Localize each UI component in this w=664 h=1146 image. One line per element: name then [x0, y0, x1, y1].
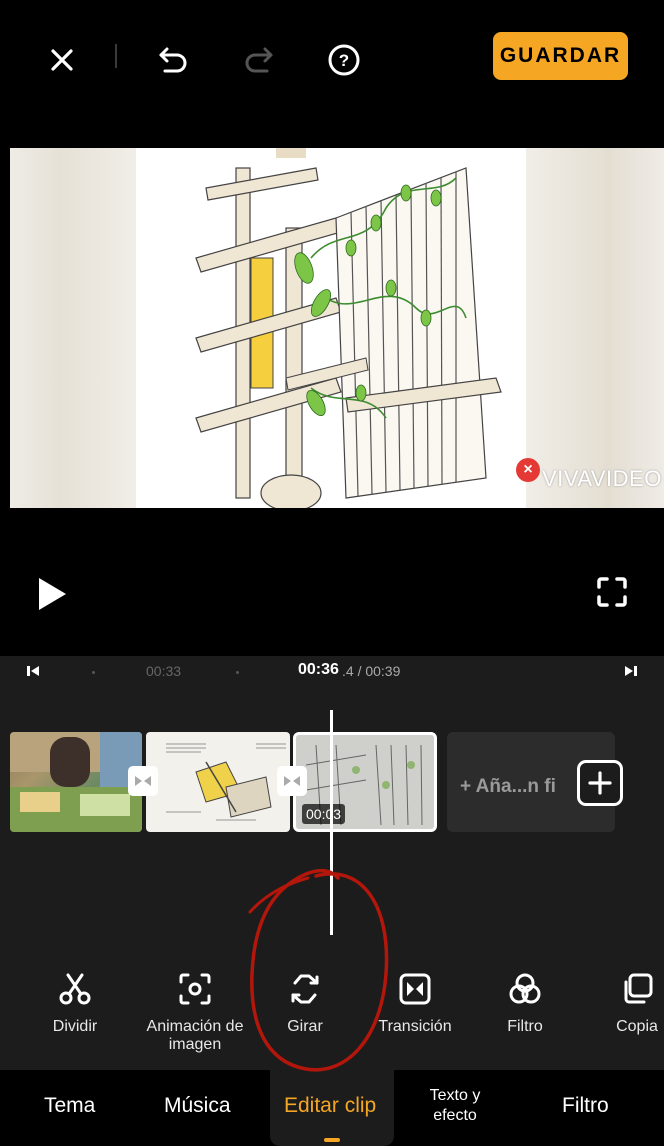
tab-theme[interactable]: Tema [44, 1094, 95, 1118]
jump-to-end-icon[interactable] [624, 664, 638, 683]
player-controls [0, 508, 664, 656]
undo-icon[interactable] [152, 38, 196, 82]
transition-icon [360, 968, 470, 1010]
ruler-tick-label: 00:33 [146, 663, 182, 679]
filter-icon [470, 968, 580, 1010]
help-icon[interactable]: ? [322, 38, 366, 82]
timeline-panel: 00:33 00:36 .4 / 00:39 + Aña...n fi 00:0… [0, 656, 664, 956]
tool-rotate[interactable]: Girar [250, 968, 360, 1036]
timeline-clip-2[interactable] [146, 732, 290, 832]
timeline-clip-1[interactable] [10, 732, 142, 832]
bottom-nav: Tema Música Editar clip Texto y efecto F… [0, 1070, 664, 1146]
copy-icon [582, 968, 664, 1010]
fullscreen-icon[interactable] [596, 576, 628, 613]
tool-label: Animación de imagen [146, 1018, 244, 1053]
redo-icon[interactable] [236, 38, 280, 82]
clip-duration-badge: 00:03 [302, 804, 346, 824]
current-time: 00:36 [298, 661, 339, 678]
tab-edit-clip[interactable]: Editar clip [284, 1094, 376, 1118]
tool-filter[interactable]: Filtro [470, 968, 580, 1036]
preview-blur-left [10, 148, 136, 508]
playhead[interactable] [330, 710, 333, 935]
close-icon[interactable] [40, 38, 84, 82]
toolbar-divider [115, 44, 117, 68]
tool-label: Transición [378, 1018, 452, 1035]
tool-label: Copia [616, 1018, 658, 1035]
tool-label: Dividir [52, 1018, 98, 1035]
scissors-icon [20, 968, 130, 1010]
time-ruler: 00:33 00:36 .4 / 00:39 [0, 656, 664, 690]
watermark[interactable]: × VIVAVIDEO [516, 448, 662, 492]
svg-text:?: ? [339, 51, 349, 70]
transition-marker-1[interactable] [128, 766, 158, 796]
tab-filter[interactable]: Filtro [562, 1094, 609, 1118]
rotate-icon [250, 968, 360, 1010]
total-time: .4 / 00:39 [342, 663, 401, 679]
tool-split[interactable]: Dividir [20, 968, 130, 1036]
remove-watermark-icon[interactable]: × [516, 458, 540, 482]
active-tab-indicator [324, 1138, 340, 1142]
tool-copy[interactable]: Copia [582, 968, 664, 1036]
edit-tools-row: Dividir Animación de imagen Girar Transi… [0, 956, 664, 1070]
add-clip-button[interactable] [577, 760, 623, 806]
tool-image-animation[interactable]: Animación de imagen [140, 968, 250, 1054]
tab-music[interactable]: Música [164, 1094, 231, 1118]
tool-label: Girar [287, 1018, 323, 1035]
tool-label: Filtro [507, 1018, 543, 1035]
ruler-dot [236, 671, 239, 674]
video-preview[interactable]: × VIVAVIDEO [10, 148, 664, 508]
tool-transition[interactable]: Transición [360, 968, 470, 1036]
watermark-text: VIVAVIDEO [542, 466, 662, 491]
ruler-dot [92, 671, 95, 674]
play-icon[interactable] [36, 576, 68, 617]
tab-text-effect[interactable]: Texto y efecto [418, 1086, 492, 1126]
jump-to-start-icon[interactable] [26, 664, 40, 683]
top-bar: ? GUARDAR [0, 0, 664, 148]
image-animation-icon [140, 968, 250, 1010]
preview-frame-image [136, 148, 526, 508]
transition-marker-2[interactable] [277, 766, 307, 796]
add-clip-label[interactable]: + Aña...n fi [460, 776, 556, 798]
save-button[interactable]: GUARDAR [493, 32, 628, 80]
